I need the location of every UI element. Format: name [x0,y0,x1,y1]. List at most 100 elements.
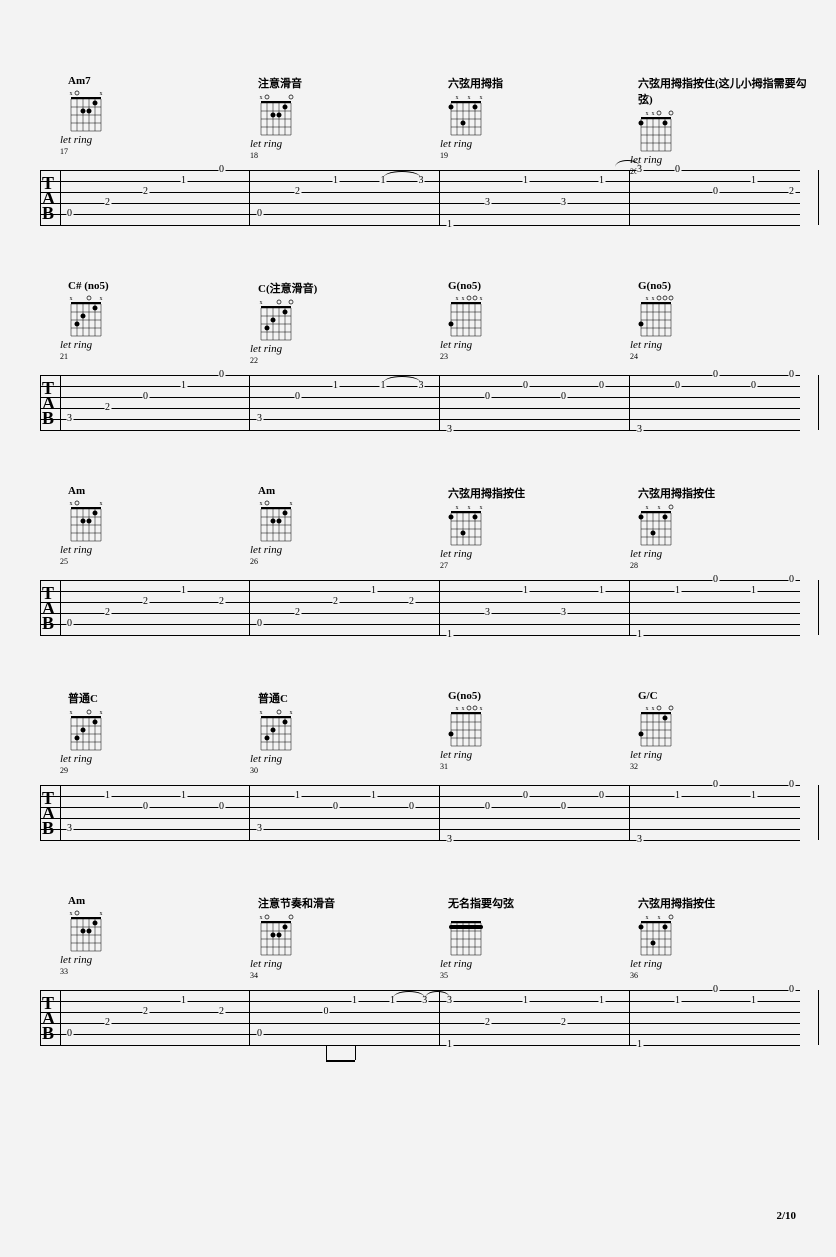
tab-note: 1 [294,791,301,801]
tab-note: 0 [674,165,681,175]
chord-diagram: xx [68,910,104,952]
tab-clef: TAB [42,791,55,836]
tab-note: 3 [636,835,643,845]
tab-system: Am xx let ring 33 注意节奏和滑音 x let ring 34 … [40,895,800,1055]
tab-clef: TAB [42,586,55,631]
measure-number: 23 [440,352,620,361]
tab-note: 0 [598,791,605,801]
measure-number: 24 [630,352,810,361]
svg-text:x: x [652,706,655,712]
let-ring-label: let ring [440,548,620,560]
tab-staff: TAB02210021131313130012 [40,170,800,235]
svg-text:x: x [290,710,293,716]
tab-note: 3 [484,608,491,618]
tab-note: 1 [750,176,757,186]
tab-note: 0 [712,985,719,995]
svg-text:x: x [480,296,483,302]
chord-block: 六弦用拇指按住 xxx let ring 27 [440,485,620,570]
svg-text:x: x [462,296,465,302]
tab-note: 1 [674,996,681,1006]
tab-note: 1 [674,586,681,596]
chord-block: 六弦用拇指按住(这儿小拇指需要勾弦) xx let ring 20 [630,75,810,176]
tab-system: C# (no5) xx let ring 21 C(注意滑音) x let ri… [40,280,800,440]
measure-number: 32 [630,762,810,771]
let-ring-label: let ring [440,138,620,150]
tab-note: 2 [104,403,111,413]
let-ring-label: let ring [60,134,240,146]
chord-name: 普通C [258,690,430,706]
chord-diagram: xx [638,705,674,747]
tab-note: 0 [66,619,73,629]
measure-number: 35 [440,971,620,980]
svg-text:x: x [468,95,471,101]
tab-note: 1 [370,586,377,596]
let-ring-label: let ring [250,343,430,355]
tab-note: 2 [294,187,301,197]
tab-note: 2 [142,187,149,197]
tab-note: 0 [522,381,529,391]
let-ring-label: let ring [630,154,810,166]
measure-number: 33 [60,967,240,976]
svg-text:x: x [100,911,103,917]
tab-system: 普通C xx let ring 29 普通C xx let ring 30 G(… [40,690,800,850]
tab-note: 1 [446,220,453,230]
chord-name: 注意节奏和滑音 [258,895,430,911]
tab-note: 0 [560,392,567,402]
tab-system: Am7 xx let ring 17 注意滑音 x let ring 18 六弦… [40,0,800,235]
let-ring-label: let ring [60,753,240,765]
chord-block: G(no5) xx let ring 24 [630,280,810,361]
let-ring-label: let ring [250,544,430,556]
let-ring-label: let ring [60,544,240,556]
measure-number: 28 [630,561,810,570]
tab-clef: TAB [42,381,55,426]
tab-note: 0 [256,1029,263,1039]
let-ring-label: let ring [630,749,810,761]
svg-text:x: x [70,710,73,716]
chord-diagram: xx [68,90,104,132]
chord-name: 普通C [68,690,240,706]
svg-text:x: x [652,111,655,117]
chord-block: 普通C xx let ring 29 [60,690,240,775]
measure-number: 21 [60,352,240,361]
measure-number: 25 [60,557,240,566]
svg-text:x: x [658,505,661,511]
chord-name: G(no5) [448,280,620,292]
let-ring-label: let ring [440,339,620,351]
tab-note: 2 [332,597,339,607]
tab-system: Am xx let ring 25 Am xx let ring 26 六弦用拇… [40,485,800,645]
svg-text:x: x [70,296,73,302]
tab-note: 0 [256,209,263,219]
tab-note: 3 [66,414,73,424]
svg-text:x: x [100,91,103,97]
tab-note: 0 [66,209,73,219]
tab-note: 3 [446,835,453,845]
tab-note: 3 [560,198,567,208]
svg-text:x: x [70,91,73,97]
svg-text:x: x [290,501,293,507]
tab-note: 0 [560,802,567,812]
tab-note: 0 [788,370,795,380]
chord-diagram: xx [258,500,294,542]
tab-note: 1 [370,791,377,801]
tab-staff: TAB02212022121313111010 [40,580,800,645]
tab-note: 0 [218,165,225,175]
let-ring-label: let ring [440,958,620,970]
svg-text:x: x [456,706,459,712]
svg-text:x: x [658,915,661,921]
chord-name: Am [68,485,240,497]
svg-text:x: x [70,501,73,507]
tab-staff: TAB32010301133000030000 [40,375,800,440]
tab-note: 0 [712,370,719,380]
tab-note: 1 [446,1040,453,1050]
chord-name: 六弦用拇指按住 [638,485,810,501]
measure-number: 17 [60,147,240,156]
tab-note: 1 [180,586,187,596]
tab-note: 0 [788,780,795,790]
tab-note: 3 [256,824,263,834]
let-ring-label: let ring [60,954,240,966]
tab-note: 3 [560,608,567,618]
chord-block: Am7 xx let ring 17 [60,75,240,156]
tab-note: 0 [712,780,719,790]
tab-page: Am7 xx let ring 17 注意滑音 x let ring 18 六弦… [0,0,836,1257]
tab-note: 1 [180,791,187,801]
